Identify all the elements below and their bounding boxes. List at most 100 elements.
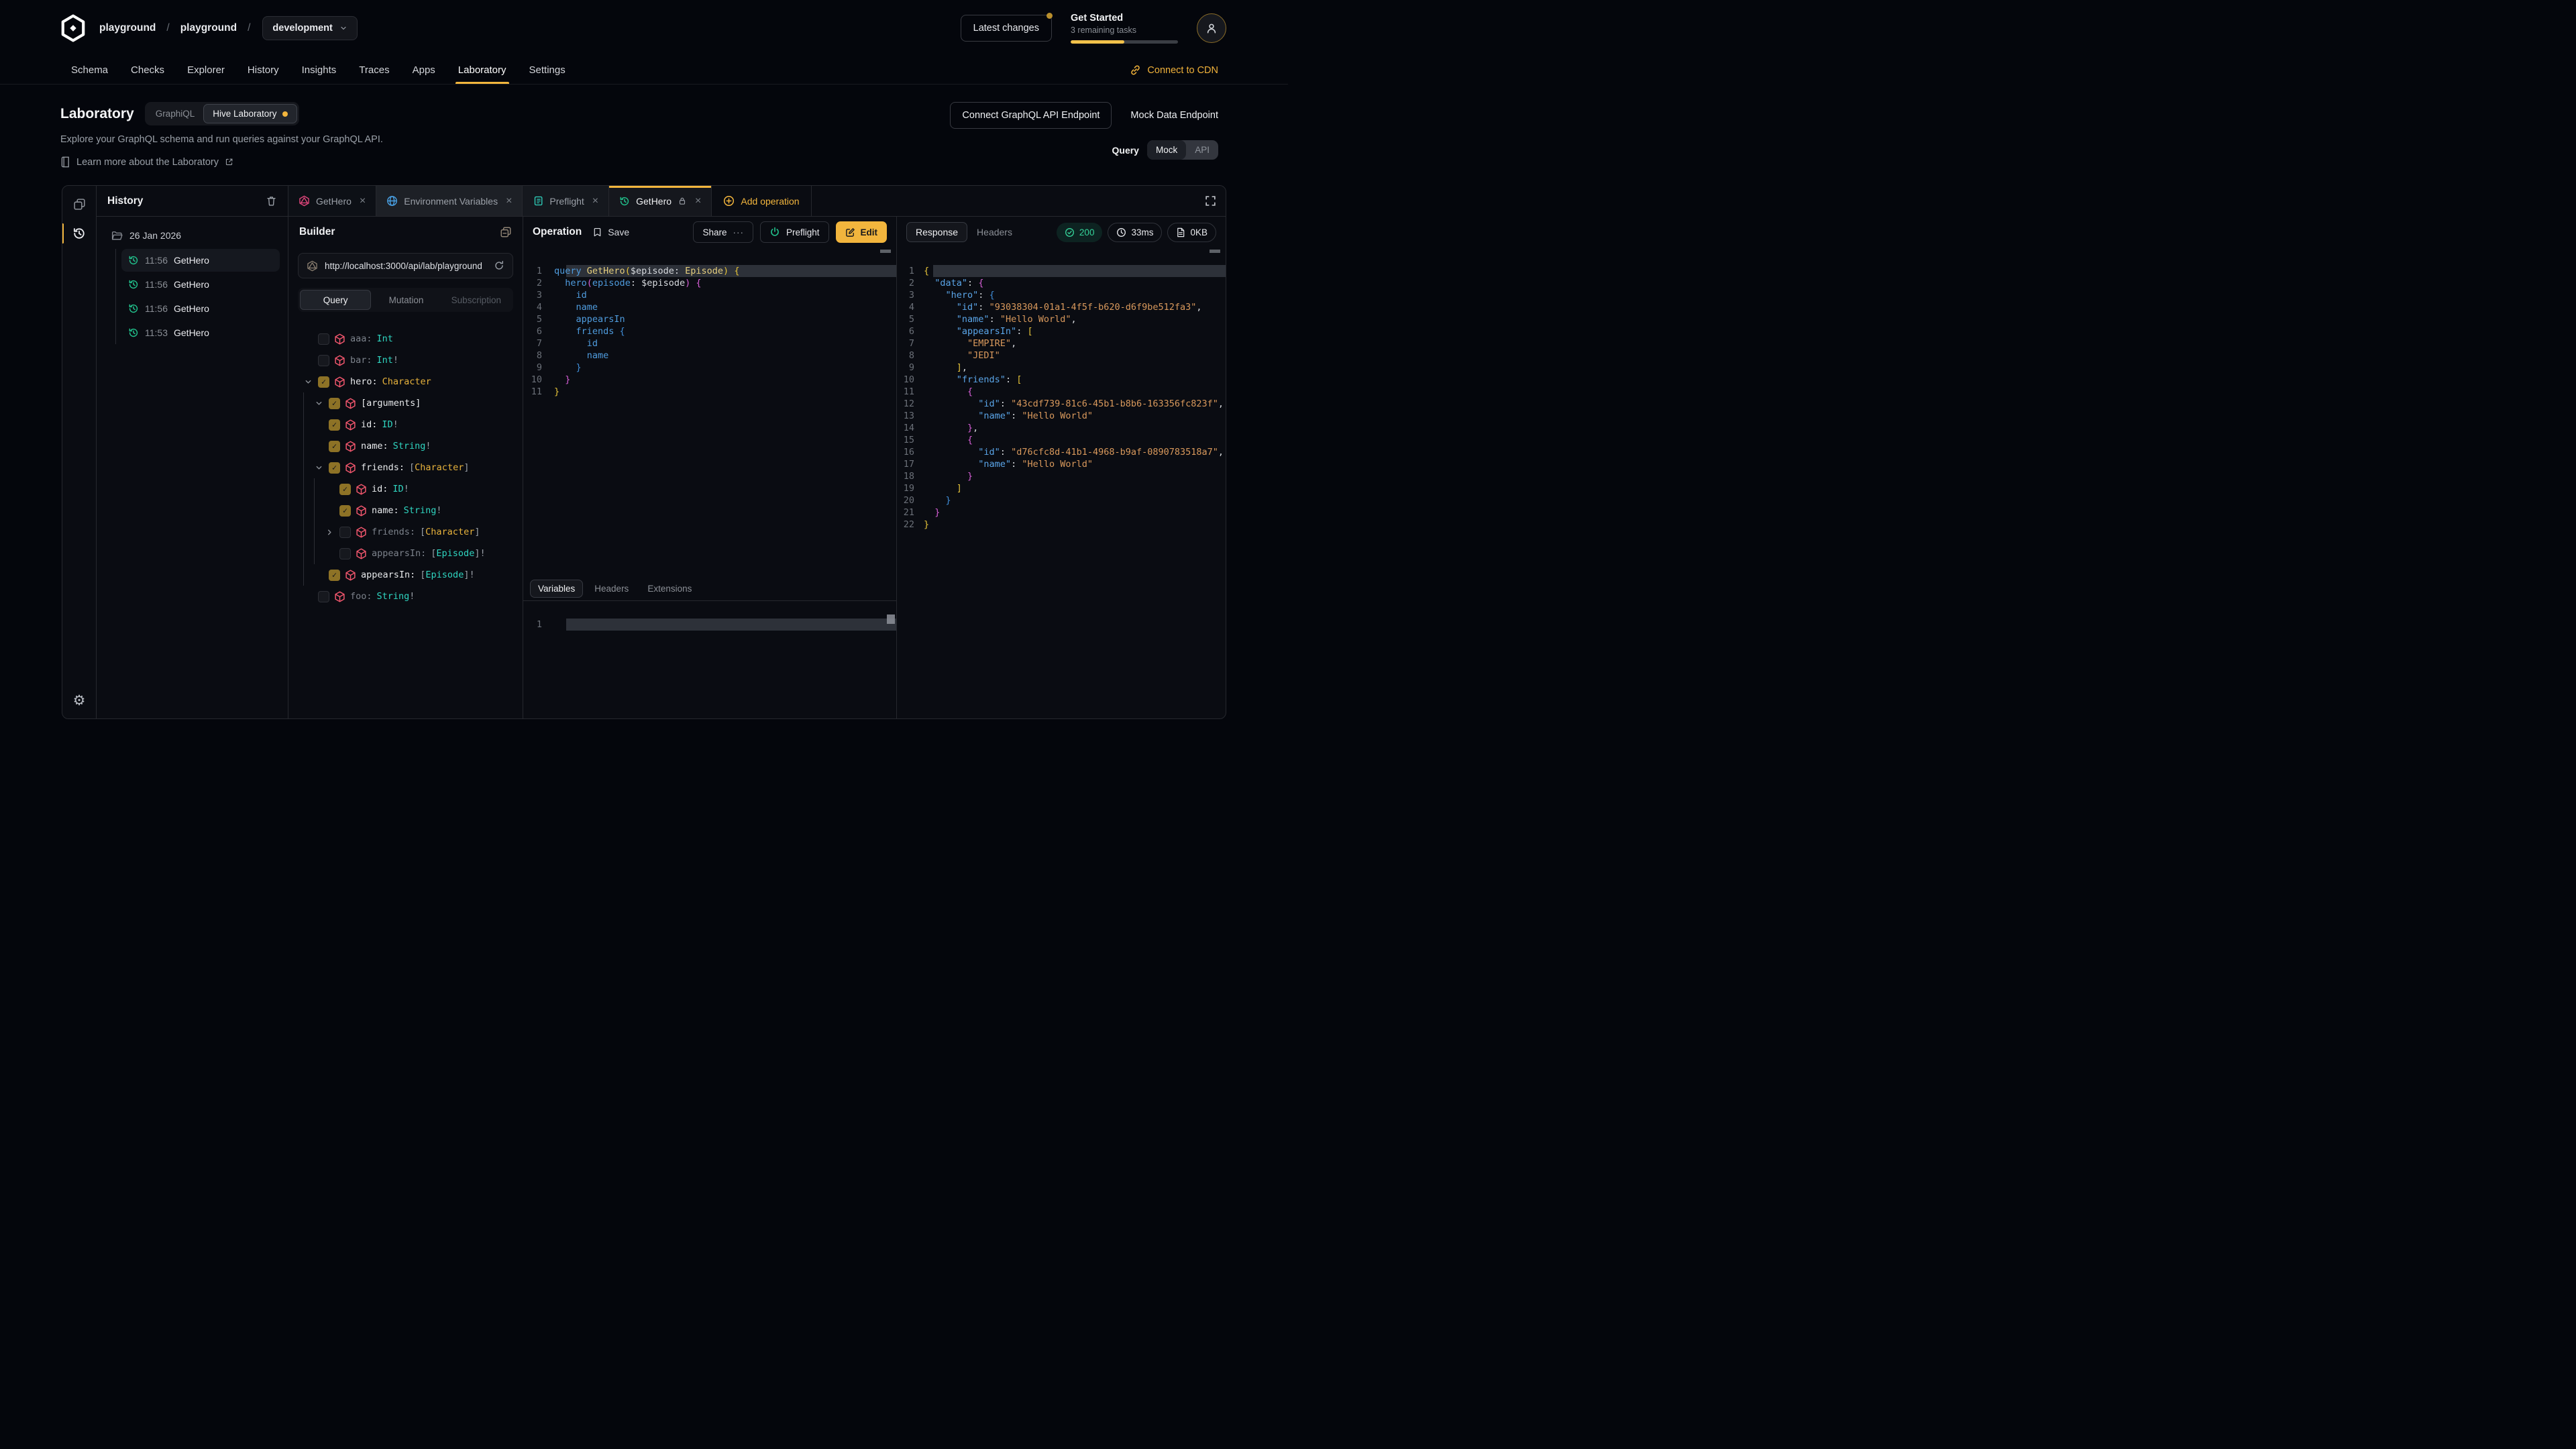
operation-tab-gethero[interactable]: GetHero× bbox=[609, 186, 712, 216]
mode-option-graphiql[interactable]: GraphiQL bbox=[147, 105, 204, 123]
response-code-viewer[interactable]: 1{2 "data": {3 "hero": {4 "id": "9303830… bbox=[897, 248, 1226, 718]
tree-row-friends[interactable]: friends:[Character] bbox=[288, 521, 523, 543]
folder-open-icon bbox=[111, 231, 123, 241]
field-checkbox[interactable] bbox=[318, 591, 329, 602]
toggle-option-mock[interactable]: Mock bbox=[1147, 140, 1186, 160]
get-started-widget[interactable]: Get Started 3 remaining tasks bbox=[1071, 13, 1178, 44]
tree-row-hero[interactable]: ✓hero:Character bbox=[288, 371, 523, 392]
field-name: [arguments] bbox=[361, 398, 421, 409]
tree-row-appearsIn[interactable]: ✓appearsIn:[Episode]! bbox=[288, 564, 523, 586]
tab-headers[interactable]: Headers bbox=[587, 580, 636, 597]
field-checkbox[interactable] bbox=[318, 333, 329, 345]
field-checkbox[interactable]: ✓ bbox=[339, 484, 351, 495]
field-checkbox[interactable]: ✓ bbox=[329, 419, 340, 431]
settings-gear-button[interactable]: ⚙ bbox=[73, 692, 86, 709]
field-checkbox[interactable]: ✓ bbox=[318, 376, 329, 388]
endpoint-url-value: http://localhost:3000/api/lab/playground bbox=[325, 261, 487, 271]
chevron-down-icon[interactable] bbox=[315, 400, 323, 407]
toggle-option-api[interactable]: API bbox=[1186, 140, 1218, 160]
refresh-schema-button[interactable] bbox=[494, 260, 504, 271]
variables-editor[interactable]: 1 bbox=[523, 601, 896, 718]
tab-mutation[interactable]: Mutation bbox=[371, 290, 441, 310]
history-item[interactable]: 11:53GetHero bbox=[121, 321, 280, 344]
operation-tab-environment-variables[interactable]: Environment Variables× bbox=[376, 186, 523, 216]
tab-variables[interactable]: Variables bbox=[530, 580, 583, 598]
code-line: 6 friends { bbox=[523, 325, 896, 337]
close-tab-icon[interactable]: × bbox=[360, 195, 366, 207]
history-item[interactable]: 11:56GetHero bbox=[121, 249, 280, 272]
nav-item-traces[interactable]: Traces bbox=[359, 56, 389, 84]
tree-row-id[interactable]: ✓id:ID! bbox=[288, 414, 523, 435]
target-selector[interactable]: development bbox=[262, 16, 357, 40]
tree-row-name[interactable]: ✓name:String! bbox=[288, 500, 523, 521]
operation-code-editor[interactable]: 1query GetHero($episode: Episode) {2 her… bbox=[523, 248, 896, 576]
close-tab-icon[interactable]: × bbox=[592, 195, 598, 207]
preflight-button[interactable]: Preflight bbox=[760, 221, 829, 243]
history-item[interactable]: 11:56GetHero bbox=[121, 273, 280, 296]
tree-row-foo[interactable]: foo:String! bbox=[288, 586, 523, 607]
tab-extensions[interactable]: Extensions bbox=[640, 580, 699, 597]
tree-row-bar[interactable]: bar:Int! bbox=[288, 350, 523, 371]
share-button[interactable]: Share ··· bbox=[693, 221, 753, 243]
clear-history-button[interactable] bbox=[266, 195, 277, 207]
mock-endpoint-button[interactable]: Mock Data Endpoint bbox=[1130, 110, 1218, 121]
field-checkbox[interactable]: ✓ bbox=[329, 462, 340, 474]
field-checkbox[interactable] bbox=[339, 548, 351, 559]
learn-more-link[interactable]: Learn more about the Laboratory bbox=[60, 156, 383, 168]
close-tab-icon[interactable]: × bbox=[695, 195, 701, 207]
query-target-toggle: Query Mock API bbox=[1112, 140, 1219, 160]
nav-item-checks[interactable]: Checks bbox=[131, 56, 164, 84]
nav-item-apps[interactable]: Apps bbox=[413, 56, 435, 84]
field-checkbox[interactable]: ✓ bbox=[329, 570, 340, 581]
tree-row-friends[interactable]: ✓friends:[Character] bbox=[288, 457, 523, 478]
nav-item-schema[interactable]: Schema bbox=[71, 56, 108, 84]
nav-item-settings[interactable]: Settings bbox=[529, 56, 566, 84]
breadcrumb-org[interactable]: playground bbox=[99, 22, 156, 34]
connect-to-cdn-link[interactable]: Connect to CDN bbox=[1130, 64, 1218, 76]
tab-response[interactable]: Response bbox=[906, 222, 967, 242]
nav-item-history[interactable]: History bbox=[248, 56, 279, 84]
breadcrumb-project[interactable]: playground bbox=[180, 22, 237, 34]
nav-item-laboratory[interactable]: Laboratory bbox=[458, 56, 506, 84]
save-operation-button[interactable]: Save bbox=[592, 227, 629, 237]
add-operation-button[interactable]: Add operation bbox=[712, 186, 811, 216]
tree-row-appearsIn[interactable]: appearsIn:[Episode]! bbox=[288, 543, 523, 564]
history-item[interactable]: 11:56GetHero bbox=[121, 297, 280, 320]
history-date-group[interactable]: 26 Jan 2026 bbox=[107, 227, 280, 244]
minimap-slider[interactable] bbox=[887, 614, 895, 624]
tree-row-aaa[interactable]: aaa:Int bbox=[288, 328, 523, 350]
collections-button[interactable] bbox=[68, 193, 91, 215]
chevron-down-icon[interactable] bbox=[305, 378, 312, 386]
code-line: 21 } bbox=[897, 506, 1226, 519]
tree-row-id[interactable]: ✓id:ID! bbox=[288, 478, 523, 500]
latest-changes-button[interactable]: Latest changes bbox=[961, 15, 1052, 42]
user-avatar[interactable] bbox=[1197, 13, 1226, 43]
history-rail-button[interactable] bbox=[68, 222, 91, 245]
operation-tab-gethero[interactable]: GetHero× bbox=[288, 186, 376, 216]
tree-indent-guide bbox=[303, 392, 304, 586]
field-checkbox[interactable]: ✓ bbox=[329, 441, 340, 452]
chevron-down-icon[interactable] bbox=[315, 464, 323, 472]
field-checkbox[interactable]: ✓ bbox=[329, 398, 340, 409]
fullscreen-button[interactable] bbox=[1205, 195, 1216, 207]
connect-endpoint-button[interactable]: Connect GraphQL API Endpoint bbox=[950, 102, 1112, 129]
edit-button[interactable]: Edit bbox=[836, 221, 888, 243]
line-number: 9 bbox=[523, 362, 554, 374]
endpoint-url-field[interactable]: http://localhost:3000/api/lab/playground bbox=[298, 253, 513, 278]
nav-item-explorer[interactable]: Explorer bbox=[187, 56, 225, 84]
tree-row-name[interactable]: ✓name:String! bbox=[288, 435, 523, 457]
tab-response-headers[interactable]: Headers bbox=[977, 227, 1012, 237]
operation-tab-preflight[interactable]: Preflight× bbox=[523, 186, 609, 216]
tree-row-arguments[interactable]: ✓ [arguments] bbox=[288, 392, 523, 414]
mode-option-hive-laboratory[interactable]: Hive Laboratory bbox=[203, 104, 297, 123]
nav-item-insights[interactable]: Insights bbox=[302, 56, 337, 84]
hive-logo-icon[interactable] bbox=[59, 14, 87, 42]
tab-query[interactable]: Query bbox=[300, 290, 371, 310]
field-checkbox[interactable] bbox=[318, 355, 329, 366]
tab-subscription[interactable]: Subscription bbox=[441, 290, 511, 310]
close-tab-icon[interactable]: × bbox=[506, 195, 512, 207]
chevron-right-icon[interactable] bbox=[326, 529, 333, 536]
field-checkbox[interactable]: ✓ bbox=[339, 505, 351, 517]
collapse-builder-button[interactable] bbox=[500, 226, 512, 238]
field-checkbox[interactable] bbox=[339, 527, 351, 538]
